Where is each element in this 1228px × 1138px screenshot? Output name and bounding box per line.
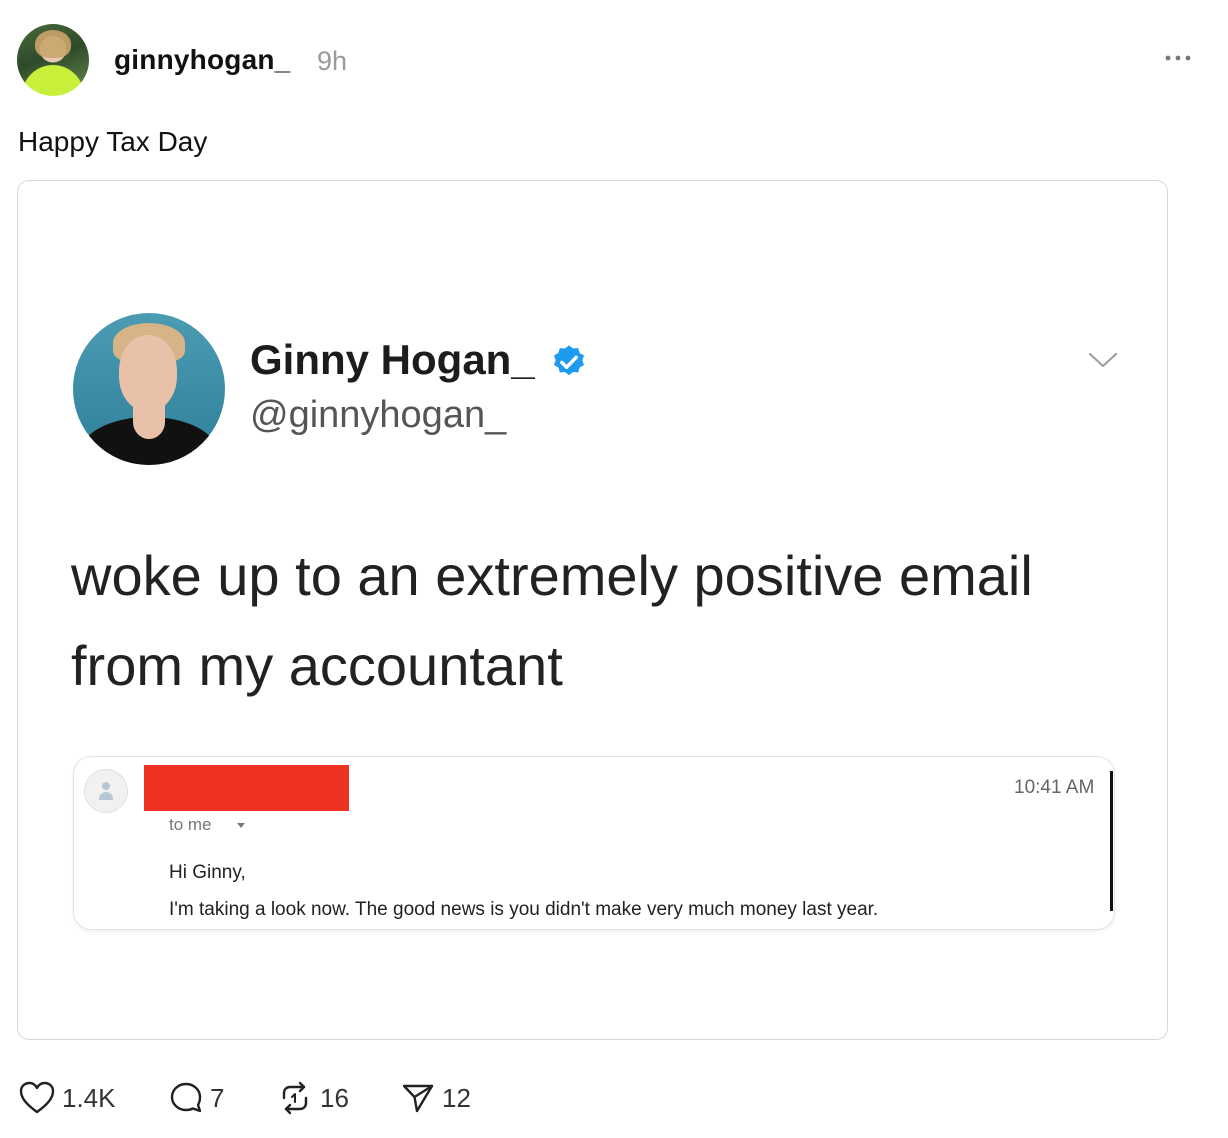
post-image[interactable]: Ginny Hogan_ @ginnyhogan_ woke up to an … [17,180,1168,1040]
email-snippet: 10:41 AM to me Hi Ginny, I'm taking a lo… [73,756,1115,930]
like-count: 1.4K [62,1082,116,1113]
redacted-sender [144,765,349,811]
email-recipient: to me [169,815,212,834]
chevron-down-icon [1088,352,1118,368]
send-icon [402,1084,434,1113]
scrollbar [1110,771,1113,911]
tweet-display-name: Ginny Hogan_ [250,336,535,383]
heart-icon [19,1081,55,1114]
username[interactable]: ginnyhogan_ [114,44,290,76]
like-button[interactable]: 1.4K [18,1080,116,1116]
share-button[interactable]: 12 [400,1080,471,1116]
repost-icon [282,1081,308,1115]
person-body [99,792,113,800]
avatar-hair [35,30,71,58]
tweet-handle: @ginnyhogan_ [250,394,507,436]
avatar-face [119,335,177,411]
share-count: 12 [442,1082,471,1113]
email-greeting: Hi Ginny, [169,862,246,883]
caret-down-icon [237,823,245,828]
repost-button[interactable]: 16 [276,1080,349,1116]
post-timestamp: 9h [317,46,348,76]
reply-button[interactable]: 7 [168,1080,224,1116]
thread-post: ginnyhogan_ 9h Happy Tax Day Ginny Hogan… [0,0,1228,1138]
avatar[interactable] [17,24,89,96]
email-time: 10:41 AM [1014,777,1095,798]
person-head [102,782,110,790]
reply-count: 7 [210,1082,225,1113]
person-icon [84,769,128,813]
post-text: Happy Tax Day [18,126,208,157]
tweet-avatar [73,313,225,465]
more-icon[interactable] [1162,48,1194,68]
verified-icon [553,345,585,376]
email-body: I'm taking a look now. The good news is … [169,899,879,920]
tweet-text: woke up to an extremely positive email f… [71,544,1033,697]
comment-icon [170,1082,202,1113]
repost-count: 16 [320,1082,349,1113]
